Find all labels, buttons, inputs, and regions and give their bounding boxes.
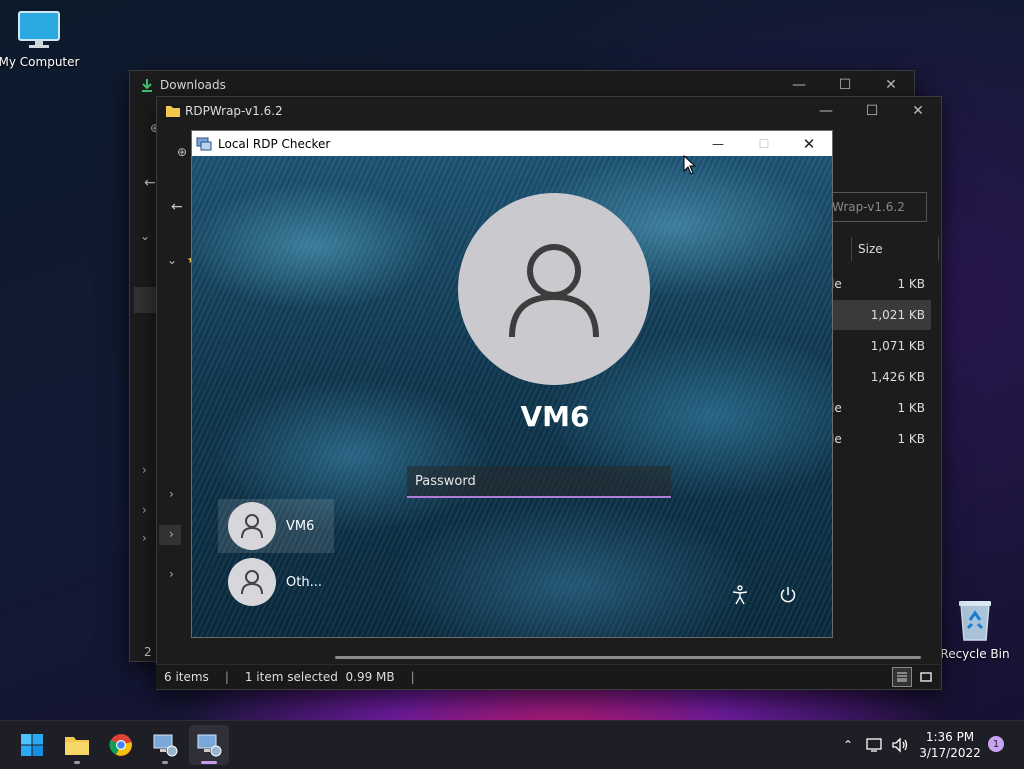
network-icon[interactable] — [864, 721, 886, 769]
user-tile-other[interactable]: Oth... — [218, 555, 334, 609]
rdpwrap-chevron-right-icon-3[interactable]: › — [169, 567, 174, 581]
windows-logo-icon — [21, 734, 43, 756]
rdpwrap-statusbar: 6 items | 1 item selected 0.99 MB | — [156, 664, 940, 689]
recycle-bin-icon — [959, 601, 991, 641]
rdp-maximize-button[interactable]: ☐ — [741, 131, 787, 156]
rdp-close-button[interactable]: ✕ — [786, 131, 832, 156]
taskbar: ⌃ 1:36 PM 3/17/2022 — [0, 720, 1024, 769]
power-icon — [780, 587, 796, 603]
rdpwrap-back-icon[interactable]: ← — [171, 199, 183, 215]
user-tile-vm6[interactable]: VM6 — [218, 499, 334, 553]
user-avatar-small — [228, 502, 276, 550]
size-column-label: Size — [858, 242, 883, 256]
recycle-bin-label: Recycle Bin — [940, 647, 1010, 661]
active-indicator — [201, 761, 217, 764]
rdp-checker-window[interactable]: Local RDP Checker — ☐ ✕ VM6 VM6 Oth... — [191, 130, 833, 638]
download-arrow-icon — [142, 79, 152, 92]
taskbar-rdp-app-1[interactable] — [145, 725, 185, 765]
chrome-icon — [109, 734, 132, 756]
downloads-back-icon[interactable]: ← — [144, 175, 156, 191]
file-row-2-selected[interactable]: 1,021 KB — [831, 300, 931, 330]
status-selection: 1 item selected 0.99 MB — [244, 670, 395, 684]
status-item-count: 6 items — [164, 670, 209, 684]
downloads-maximize-button[interactable]: ☐ — [822, 71, 868, 99]
user-silhouette-icon — [509, 244, 599, 338]
large-icons-view-icon[interactable] — [916, 667, 936, 687]
clock-time: 1:36 PM — [925, 730, 975, 744]
chevron-up-icon: ⌃ — [842, 738, 854, 752]
notification-badge[interactable]: 1 — [988, 736, 1004, 752]
user-icon — [241, 514, 263, 539]
rdpwrap-chevron-down-icon[interactable]: ⌄ — [167, 253, 177, 267]
file-row-size: 1 KB — [897, 277, 925, 291]
remote-desktop-icon — [153, 734, 178, 757]
taskbar-file-explorer[interactable] — [57, 725, 97, 765]
file-row-size: 1 KB — [897, 401, 925, 415]
accessibility-button[interactable] — [725, 580, 755, 610]
lock-screen-username: VM6 — [520, 400, 590, 433]
mouse-cursor-icon — [683, 155, 697, 175]
rdpwrap-search-value: Wrap-v1.6.2 — [832, 200, 905, 214]
size-column-header[interactable]: Size — [851, 237, 939, 261]
file-row-4[interactable]: 1,426 KB — [831, 362, 931, 392]
recycle-bin-desktop-icon[interactable]: Recycle Bin — [933, 598, 1017, 661]
downloads-chevron-right-icon-1[interactable]: › — [142, 463, 147, 477]
rdp-app-icon — [196, 137, 212, 150]
downloads-chevron-down-icon[interactable]: ⌄ — [140, 229, 150, 243]
file-row-size: 1,021 KB — [870, 308, 925, 322]
taskbar-clock[interactable]: 1:36 PM 3/17/2022 — [914, 729, 986, 761]
user-tile-label: Oth... — [286, 574, 322, 590]
downloads-title: Downloads — [160, 78, 226, 92]
rdp-minimize-button[interactable]: — — [695, 131, 741, 156]
folder-icon — [166, 106, 180, 117]
status-separator: | — [224, 670, 229, 684]
rdpwrap-chevron-right-icon-2[interactable]: › — [169, 527, 174, 541]
file-row-size: 1,426 KB — [870, 370, 925, 384]
lock-screen-wallpaper: VM6 VM6 Oth... — [192, 156, 832, 637]
file-row-5[interactable]: le 1 KB — [831, 393, 931, 423]
file-row-6[interactable]: le 1 KB — [831, 424, 931, 454]
password-input[interactable] — [407, 466, 671, 498]
rdpwrap-search-box[interactable]: Wrap-v1.6.2 — [831, 192, 927, 222]
folder-icon — [65, 737, 89, 755]
clock-date: 3/17/2022 — [919, 746, 981, 760]
user-tile-label: VM6 — [286, 518, 315, 534]
downloads-minimize-button[interactable]: — — [776, 71, 822, 99]
file-row-size: 1 KB — [897, 432, 925, 446]
start-button[interactable] — [12, 725, 52, 765]
file-row-size: 1,071 KB — [870, 339, 925, 353]
rdpwrap-close-button[interactable]: ✕ — [895, 97, 941, 125]
my-computer-label: My Computer — [0, 55, 80, 69]
file-row-3[interactable]: 1,071 KB — [831, 331, 931, 361]
running-indicator — [162, 761, 168, 764]
monitor-icon — [18, 11, 60, 48]
volume-icon[interactable] — [888, 721, 912, 769]
status-separator: | — [410, 670, 415, 684]
rdpwrap-title: RDPWrap-v1.6.2 — [185, 104, 283, 118]
downloads-chevron-right-icon-3[interactable]: › — [142, 531, 147, 545]
details-view-icon[interactable] — [892, 667, 912, 687]
taskbar-rdp-checker[interactable] — [189, 725, 229, 765]
taskbar-chrome[interactable] — [101, 725, 141, 765]
downloads-chevron-right-icon-2[interactable]: › — [142, 503, 147, 517]
accessibility-icon — [732, 585, 748, 605]
downloads-close-button[interactable]: ✕ — [868, 71, 914, 99]
user-icon — [241, 570, 263, 595]
power-button[interactable] — [773, 580, 803, 610]
rdpwrap-maximize-button[interactable]: ☐ — [849, 97, 895, 125]
running-indicator — [74, 761, 80, 764]
user-avatar-large — [458, 193, 650, 385]
rdp-title: Local RDP Checker — [218, 136, 331, 151]
user-avatar-small — [228, 558, 276, 606]
remote-desktop-icon — [197, 734, 222, 757]
my-computer-desktop-icon[interactable]: My Computer — [0, 10, 81, 69]
horizontal-scrollbar[interactable] — [335, 656, 921, 659]
file-row-1[interactable]: le 1 KB — [831, 269, 931, 299]
downloads-nav-selected — [134, 287, 156, 313]
rdpwrap-chevron-right-icon-1[interactable]: › — [169, 487, 174, 501]
rdpwrap-minimize-button[interactable]: — — [803, 97, 849, 125]
rdpwrap-new-icon[interactable]: ⊕ — [177, 145, 187, 159]
show-hidden-icons-button[interactable]: ⌃ — [838, 721, 858, 769]
